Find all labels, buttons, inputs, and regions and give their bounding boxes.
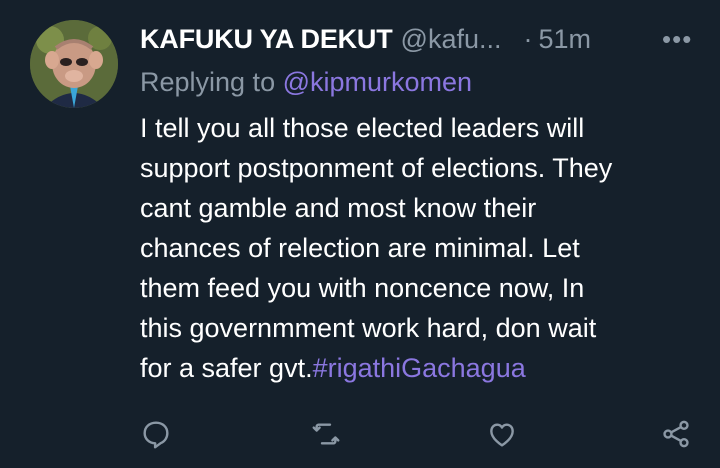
display-name[interactable]: KAFUKU YA DEKUT: [140, 22, 393, 56]
retweet-icon: [312, 423, 340, 445]
more-options-icon[interactable]: •••: [662, 22, 692, 56]
share-button[interactable]: [656, 414, 696, 454]
tweet-line: support postponment of elections. They: [140, 153, 613, 183]
like-button[interactable]: [482, 414, 522, 454]
tweet-actions: [0, 414, 720, 454]
tweet-line-last: for a safer gvt.#rigathiGachagua: [140, 348, 706, 388]
tweet-line-text: for a safer gvt.: [140, 353, 313, 383]
tweet-line: chances of relection are minimal. Let: [140, 233, 580, 263]
user-handle[interactable]: @kafu...: [401, 22, 502, 56]
avatar[interactable]: [30, 20, 118, 108]
retweet-button[interactable]: [306, 414, 346, 454]
share-icon: [663, 420, 689, 448]
avatar-image: [30, 20, 118, 108]
reply-icon: [143, 421, 169, 449]
reply-button[interactable]: [136, 414, 176, 454]
replying-to-mention[interactable]: @kipmurkomen: [283, 67, 472, 97]
tweet-line: them feed you with noncence now, In: [140, 273, 585, 303]
tweet-line: this governmment work hard, don wait: [140, 313, 597, 343]
replying-prefix: Replying to: [140, 67, 283, 97]
tweet-line: cant gamble and most know their: [140, 193, 537, 223]
like-icon: [490, 423, 514, 447]
hashtag-link[interactable]: #rigathiGachagua: [313, 353, 526, 383]
replying-to: Replying to @kipmurkomen: [140, 64, 472, 100]
tweet-text: I tell you all those elected leaders wil…: [140, 108, 706, 388]
timestamp[interactable]: 51m: [538, 22, 591, 56]
tweet-line: I tell you all those elected leaders wil…: [140, 113, 585, 143]
separator-dot: ·: [523, 24, 533, 54]
tweet-header: KAFUKU YA DEKUT @kafu... · 51m: [140, 22, 591, 56]
